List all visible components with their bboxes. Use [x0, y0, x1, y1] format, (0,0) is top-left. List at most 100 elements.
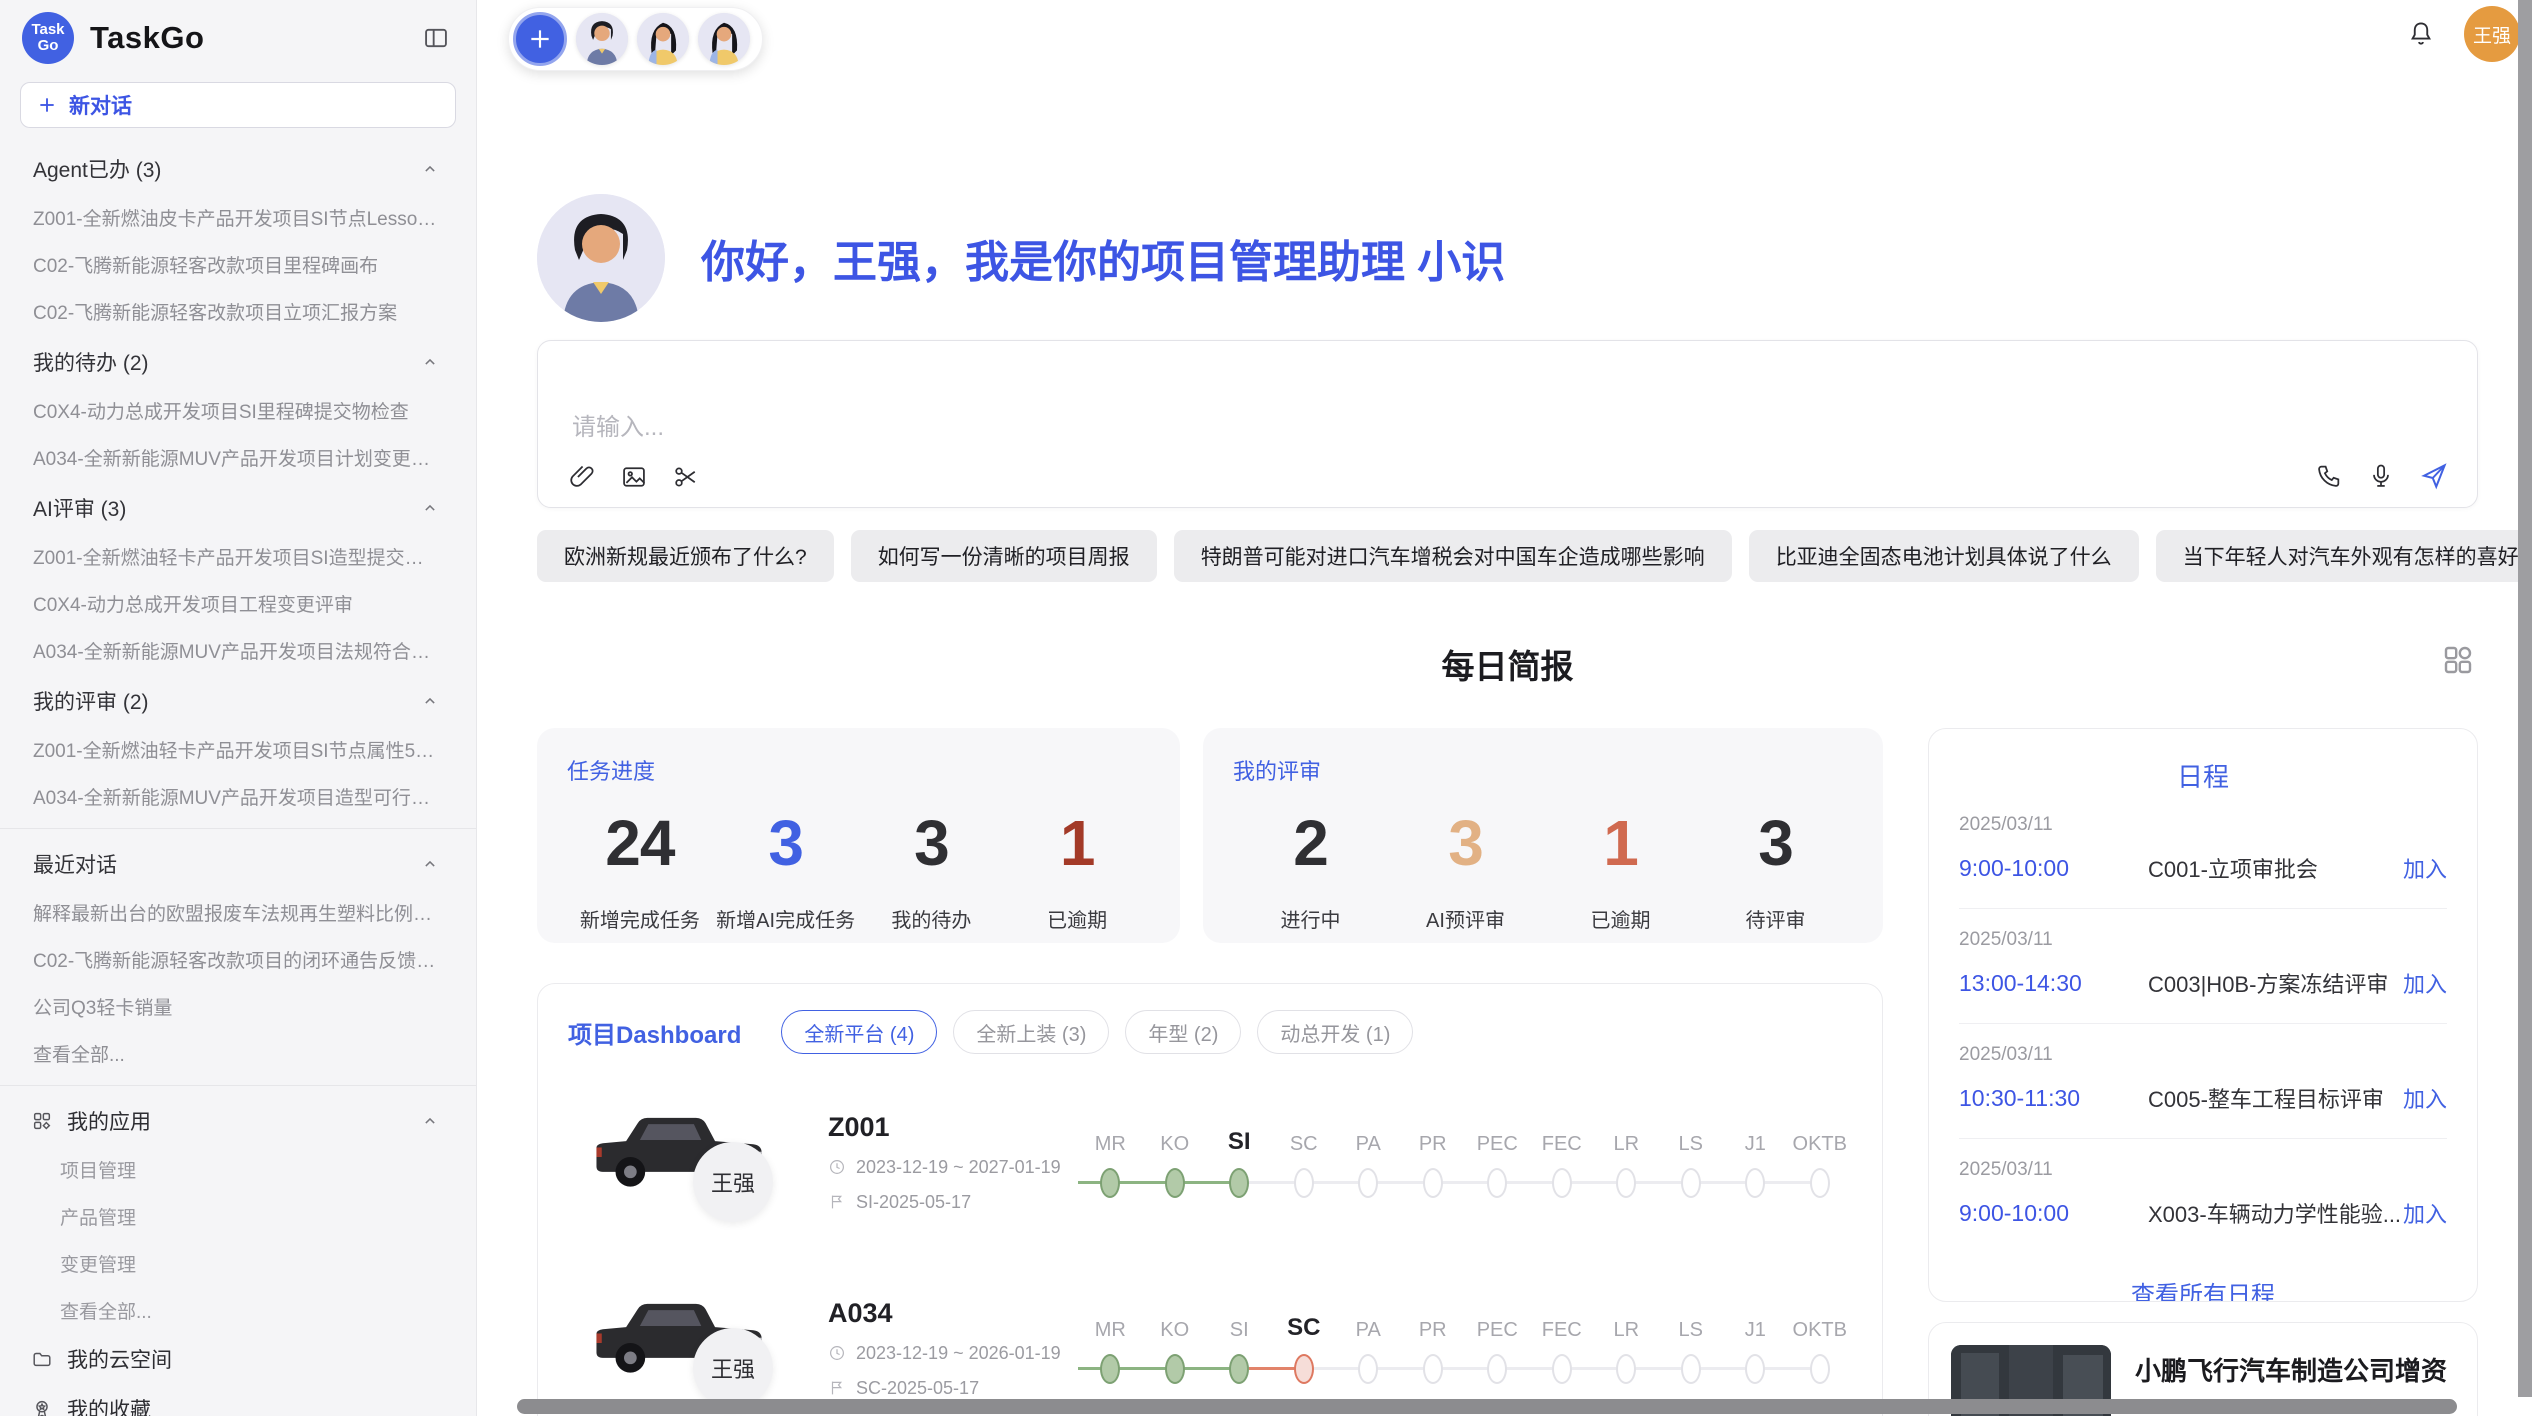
milestone-dot[interactable]: [1487, 1354, 1507, 1384]
sidebar-item-my-apps[interactable]: 我的应用: [0, 1094, 476, 1146]
suggestion-chip[interactable]: 如何写一份清晰的项目周报: [851, 530, 1157, 582]
join-meeting-link[interactable]: 加入: [2403, 1082, 2447, 1114]
milestone-dot[interactable]: [1358, 1168, 1378, 1198]
chevron-up-icon[interactable]: [420, 1111, 440, 1131]
sidebar-item[interactable]: C0X4-动力总成开发项目SI里程碑提交物检查: [0, 387, 476, 434]
join-meeting-link[interactable]: 加入: [2403, 967, 2447, 999]
sidebar-section-header[interactable]: 最近对话: [0, 837, 476, 889]
suggestion-chip[interactable]: 比亚迪全固态电池计划具体说了什么: [1749, 530, 2139, 582]
sidebar-section-header[interactable]: 我的评审 (2): [0, 674, 476, 726]
chevron-up-icon[interactable]: [420, 352, 440, 372]
chevron-up-icon[interactable]: [420, 498, 440, 518]
sidebar-app-item[interactable]: 项目管理: [0, 1146, 476, 1193]
milestone-dot[interactable]: [1745, 1354, 1765, 1384]
member-avatar[interactable]: [698, 13, 750, 65]
sidebar-section: 最近对话 解释最新出台的欧盟报废车法规再生塑料比例被调至15%...C02-飞腾…: [0, 837, 476, 1077]
sidebar-app-item[interactable]: 产品管理: [0, 1193, 476, 1240]
dashboard-tab[interactable]: 动总开发 (1): [1257, 1010, 1413, 1054]
milestone: OKTB: [1788, 1304, 1853, 1392]
schedule-item: 2025/03/11 10:30-11:30 C005-整车工程目标评审 加入: [1959, 1024, 2447, 1139]
add-member-button[interactable]: [513, 12, 567, 66]
suggestion-chips: 欧洲新规最近颁布了什么? 如何写一份清晰的项目周报特朗普可能对进口汽车增税会对中国…: [537, 530, 2478, 582]
sidebar-app-item[interactable]: 查看全部...: [0, 1287, 476, 1334]
sidebar-section-header[interactable]: Agent已办 (3): [0, 142, 476, 194]
milestone-dot[interactable]: [1165, 1168, 1185, 1198]
attachment-icon[interactable]: [568, 463, 596, 491]
milestone-dot[interactable]: [1358, 1354, 1378, 1384]
vertical-scrollbar[interactable]: [2518, 0, 2532, 1397]
milestone-label: KO: [1143, 1118, 1208, 1156]
collapse-sidebar-icon[interactable]: [422, 24, 450, 52]
milestone-dot[interactable]: [1810, 1354, 1830, 1384]
sidebar-item[interactable]: 公司Q3轻卡销量: [0, 983, 476, 1030]
phone-icon[interactable]: [2315, 462, 2343, 490]
milestone-dot[interactable]: [1552, 1354, 1572, 1384]
sidebar-item[interactable]: A034-全新新能源MUV产品开发项目计划变更表编写: [0, 434, 476, 481]
join-meeting-link[interactable]: 加入: [2403, 1197, 2447, 1229]
milestone-dot[interactable]: [1810, 1168, 1830, 1198]
sidebar-item[interactable]: C02-飞腾新能源轻客改款项目立项汇报方案: [0, 288, 476, 335]
milestone-label: PA: [1336, 1304, 1401, 1342]
milestone-dot[interactable]: [1616, 1354, 1636, 1384]
member-avatar[interactable]: [576, 13, 628, 65]
sidebar-item[interactable]: Z001-全新燃油轻卡产品开发项目SI节点属性5D文件评审: [0, 726, 476, 773]
milestone-dot[interactable]: [1229, 1354, 1249, 1384]
milestone-dot[interactable]: [1100, 1354, 1120, 1384]
chat-input-box[interactable]: 请输入...: [537, 340, 2478, 508]
sidebar-item[interactable]: Z001-全新燃油皮卡产品开发项目SI节点Lesson Learn报告: [0, 194, 476, 241]
milestone-dot[interactable]: [1165, 1354, 1185, 1384]
chevron-up-icon[interactable]: [420, 691, 440, 711]
milestone-label: MR: [1078, 1304, 1143, 1342]
milestone-dot[interactable]: [1745, 1168, 1765, 1198]
sidebar-item[interactable]: 查看全部...: [0, 1030, 476, 1077]
sidebar-item[interactable]: 解释最新出台的欧盟报废车法规再生塑料比例被调至15%...: [0, 889, 476, 936]
user-avatar[interactable]: 王强: [2464, 6, 2520, 62]
layout-grid-icon[interactable]: [2440, 642, 2476, 678]
dashboard-tab[interactable]: 全新上装 (3): [953, 1010, 1109, 1054]
milestone-dot[interactable]: [1229, 1168, 1249, 1198]
dashboard-tab[interactable]: 全新平台 (4): [781, 1010, 937, 1054]
milestone: LR: [1594, 1304, 1659, 1392]
project-row[interactable]: 王强 A034 2023-12-19 ~ 2026-01-19 SC-2025-…: [568, 1270, 1852, 1416]
milestone-dot[interactable]: [1487, 1168, 1507, 1198]
suggestion-chip[interactable]: 欧洲新规最近颁布了什么?: [537, 530, 834, 582]
sidebar-item[interactable]: C02-飞腾新能源轻客改款项目里程碑画布: [0, 241, 476, 288]
dashboard-tab[interactable]: 年型 (2): [1125, 1010, 1241, 1054]
milestone-dot[interactable]: [1294, 1354, 1314, 1384]
sidebar-item[interactable]: C0X4-动力总成开发项目工程变更评审: [0, 580, 476, 627]
milestone-dot[interactable]: [1552, 1168, 1572, 1198]
join-meeting-link[interactable]: 加入: [2403, 852, 2447, 884]
member-avatar[interactable]: [637, 13, 689, 65]
sidebar-section-header[interactable]: AI评审 (3): [0, 481, 476, 533]
project-row[interactable]: 王强 Z001 2023-12-19 ~ 2027-01-19 SI-2025-…: [568, 1084, 1852, 1240]
sidebar-section-header[interactable]: 我的待办 (2): [0, 335, 476, 387]
new-chat-button[interactable]: 新对话: [20, 82, 456, 128]
milestone-dot[interactable]: [1423, 1168, 1443, 1198]
milestone-timeline: MR KO SI SC PA: [1078, 1304, 1852, 1392]
scissors-icon[interactable]: [672, 463, 700, 491]
notification-bell-icon[interactable]: [2406, 19, 2436, 49]
milestone-dot[interactable]: [1681, 1354, 1701, 1384]
sidebar-item-my-cloud[interactable]: 我的云空间: [0, 1334, 476, 1384]
view-all-schedule-link[interactable]: 查看所有日程: [1959, 1275, 2447, 1302]
briefing-right-column: 日程 2025/03/11 9:00-10:00 C001-立项审批会 加入 2…: [1928, 728, 2478, 1416]
milestone-dot[interactable]: [1616, 1168, 1636, 1198]
image-icon[interactable]: [620, 463, 648, 491]
sidebar-item[interactable]: C02-飞腾新能源轻客改款项目的闭环通告反馈情况: [0, 936, 476, 983]
horizontal-scrollbar[interactable]: [517, 1399, 2457, 1414]
chevron-up-icon[interactable]: [420, 854, 440, 874]
milestone-dot[interactable]: [1423, 1354, 1443, 1384]
sidebar-item[interactable]: A034-全新新能源MUV产品开发项目法规符合性评审: [0, 627, 476, 674]
suggestion-chip[interactable]: 特朗普可能对进口汽车增税会对中国车企造成哪些影响: [1174, 530, 1732, 582]
milestone-dot[interactable]: [1294, 1168, 1314, 1198]
sidebar-item[interactable]: Z001-全新燃油轻卡产品开发项目SI造型提交物评审: [0, 533, 476, 580]
milestone-dot[interactable]: [1681, 1168, 1701, 1198]
sidebar-item-my-favorites[interactable]: 我的收藏: [0, 1384, 476, 1416]
chevron-up-icon[interactable]: [420, 159, 440, 179]
microphone-icon[interactable]: [2367, 462, 2395, 490]
sidebar-item[interactable]: A034-全新新能源MUV产品开发项目造型可行性评审: [0, 773, 476, 820]
suggestion-chip[interactable]: 当下年轻人对汽车外观有怎样的喜好趋势: [2156, 530, 2532, 582]
milestone-dot[interactable]: [1100, 1168, 1120, 1198]
sidebar-app-item[interactable]: 变更管理: [0, 1240, 476, 1287]
send-icon[interactable]: [2419, 461, 2449, 491]
